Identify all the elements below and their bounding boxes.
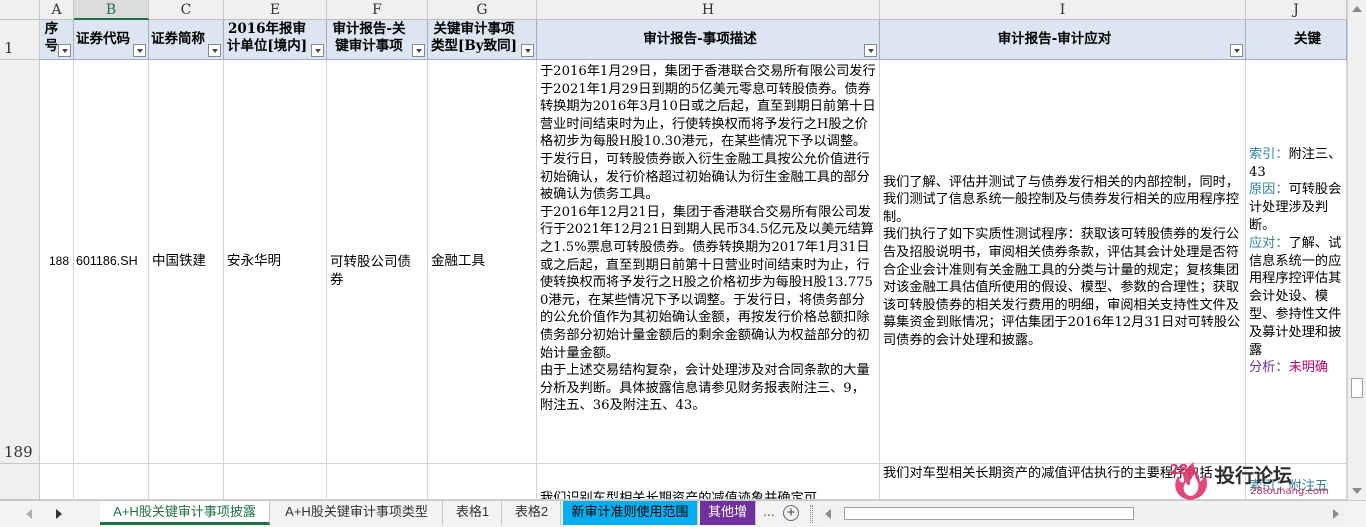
key-response-text: 了解、试信息系统一的应用程序控评估其会计处设、模型、参持性文件及募计处理和披露: [1249, 235, 1342, 358]
svg-text:28: 28: [1170, 463, 1188, 478]
add-sheet-button[interactable]: +: [783, 505, 799, 521]
watermark-brand: 投行论坛: [1216, 465, 1293, 487]
sheet-tab-other[interactable]: 其他增: [700, 501, 756, 525]
column-header-e[interactable]: E: [224, 0, 327, 20]
header-cell-name: 证券简称: [149, 20, 224, 60]
sheet-tab-ah-types[interactable]: A+H股关键审计事项类型: [271, 501, 443, 525]
key-analysis-label: 分析：: [1249, 360, 1289, 376]
watermark-url: 28touhang.com: [1250, 486, 1329, 497]
header-cell-code: 证券代码: [74, 20, 149, 60]
cell-type[interactable]: 金融工具: [428, 60, 537, 464]
cell-type-next[interactable]: [428, 464, 537, 500]
more-sheets-ellipsis[interactable]: ...: [763, 503, 775, 519]
scroll-right-icon[interactable]: [1333, 509, 1339, 519]
vertical-scrollbar[interactable]: [1347, 0, 1366, 500]
sheet-tab-ah-disclosure[interactable]: A+H股关键审计事项披露: [100, 501, 270, 525]
sheet-tab-new-standards[interactable]: 新审计准则使用范围: [563, 501, 698, 525]
column-header-b[interactable]: B: [74, 0, 149, 20]
cell-matter-next[interactable]: [327, 464, 428, 500]
watermark: 28 投行论坛 28touhang.com: [1168, 460, 1348, 502]
key-reason-label: 原因：: [1249, 182, 1289, 198]
key-analysis-text: 未明确: [1288, 360, 1329, 376]
cell-name-next[interactable]: [149, 464, 224, 500]
cell-name[interactable]: 中国铁建: [149, 60, 224, 464]
vertical-scroll-thumb[interactable]: [1351, 378, 1363, 398]
column-header-i[interactable]: I: [880, 0, 1246, 20]
cell-seq-next[interactable]: [40, 464, 74, 500]
filter-dropdown-auditor[interactable]: [311, 44, 324, 57]
filter-dropdown-name[interactable]: [208, 44, 221, 57]
previous-sheet-icon[interactable]: [26, 509, 32, 519]
select-all-corner[interactable]: [0, 0, 40, 20]
tab-splitter-handle[interactable]: [810, 505, 813, 523]
header-cell-auditor: 2016年报审计单位[境内]: [224, 20, 327, 60]
sheet-tab-bar: A+H股关键审计事项披露 A+H股关键审计事项类型 表格1 表格2 新审计准则使…: [0, 500, 1366, 527]
cell-code-next[interactable]: [74, 464, 149, 500]
flame-logo-icon: 28: [1170, 462, 1208, 500]
filter-dropdown-description[interactable]: [864, 44, 877, 57]
cell-matter[interactable]: 可转股公司债券: [327, 60, 428, 464]
cell-response[interactable]: 我们了解、评估并测试了与债券发行相关的内部控制，同时，我们测试了信息系统一般控制…: [880, 60, 1246, 464]
sheet-tab-table2[interactable]: 表格2: [503, 501, 561, 525]
scroll-up-icon[interactable]: [1352, 6, 1362, 12]
cell-auditor[interactable]: 安永华明: [224, 60, 327, 464]
sheet-tab-table1[interactable]: 表格1: [444, 501, 502, 525]
scroll-down-icon[interactable]: [1352, 488, 1362, 494]
column-header-f[interactable]: F: [327, 0, 428, 20]
filter-dropdown-seq[interactable]: [58, 44, 71, 57]
column-header-c[interactable]: C: [149, 0, 224, 20]
next-sheet-icon[interactable]: [56, 509, 62, 519]
cell-auditor-next[interactable]: [224, 464, 327, 500]
column-header-a[interactable]: A: [40, 0, 74, 20]
row-header-1[interactable]: 1: [0, 20, 40, 60]
header-cell-response: 审计报告-审计应对: [880, 20, 1246, 60]
cell-key-analysis[interactable]: 索引：附注三、43 原因：可转股会计处理涉及判断。 应对：了解、试信息系统一的应…: [1246, 60, 1347, 464]
cell-description[interactable]: 于2016年1月29日，集团于香港联合交易所有限公司发行于2021年1月29日到…: [537, 60, 880, 464]
header-cell-description: 审计报告-事项描述: [537, 20, 880, 60]
row-header-189[interactable]: 189: [0, 60, 40, 464]
filter-dropdown-response[interactable]: [1230, 44, 1243, 57]
key-response-label: 应对：: [1249, 235, 1289, 251]
filter-dropdown-code[interactable]: [133, 44, 146, 57]
header-cell-matter: 审计报告-关键审计事项: [327, 20, 428, 60]
column-header-h[interactable]: H: [537, 0, 880, 20]
scroll-left-icon[interactable]: [825, 509, 831, 519]
header-cell-seq: 序号: [40, 20, 74, 60]
header-cell-key: 关键审计: [1246, 20, 1347, 60]
key-index-label: 索引：: [1249, 146, 1289, 162]
header-cell-type: 关键审计事项类型[By致同]: [428, 20, 537, 60]
horizontal-scroll-thumb[interactable]: [844, 507, 1134, 520]
filter-dropdown-matter[interactable]: [412, 44, 425, 57]
cell-seq[interactable]: 188: [40, 60, 74, 464]
column-header-j[interactable]: J: [1246, 0, 1347, 20]
cell-description-next[interactable]: 我们识别车型相关长期资产的减值迹象并确定可: [537, 464, 880, 500]
row-header-190[interactable]: [0, 464, 40, 500]
cell-code[interactable]: 601186.SH: [74, 60, 149, 464]
column-header-g[interactable]: G: [428, 0, 537, 20]
filter-dropdown-type[interactable]: [521, 44, 534, 57]
horizontal-scrollbar[interactable]: [820, 505, 1344, 523]
